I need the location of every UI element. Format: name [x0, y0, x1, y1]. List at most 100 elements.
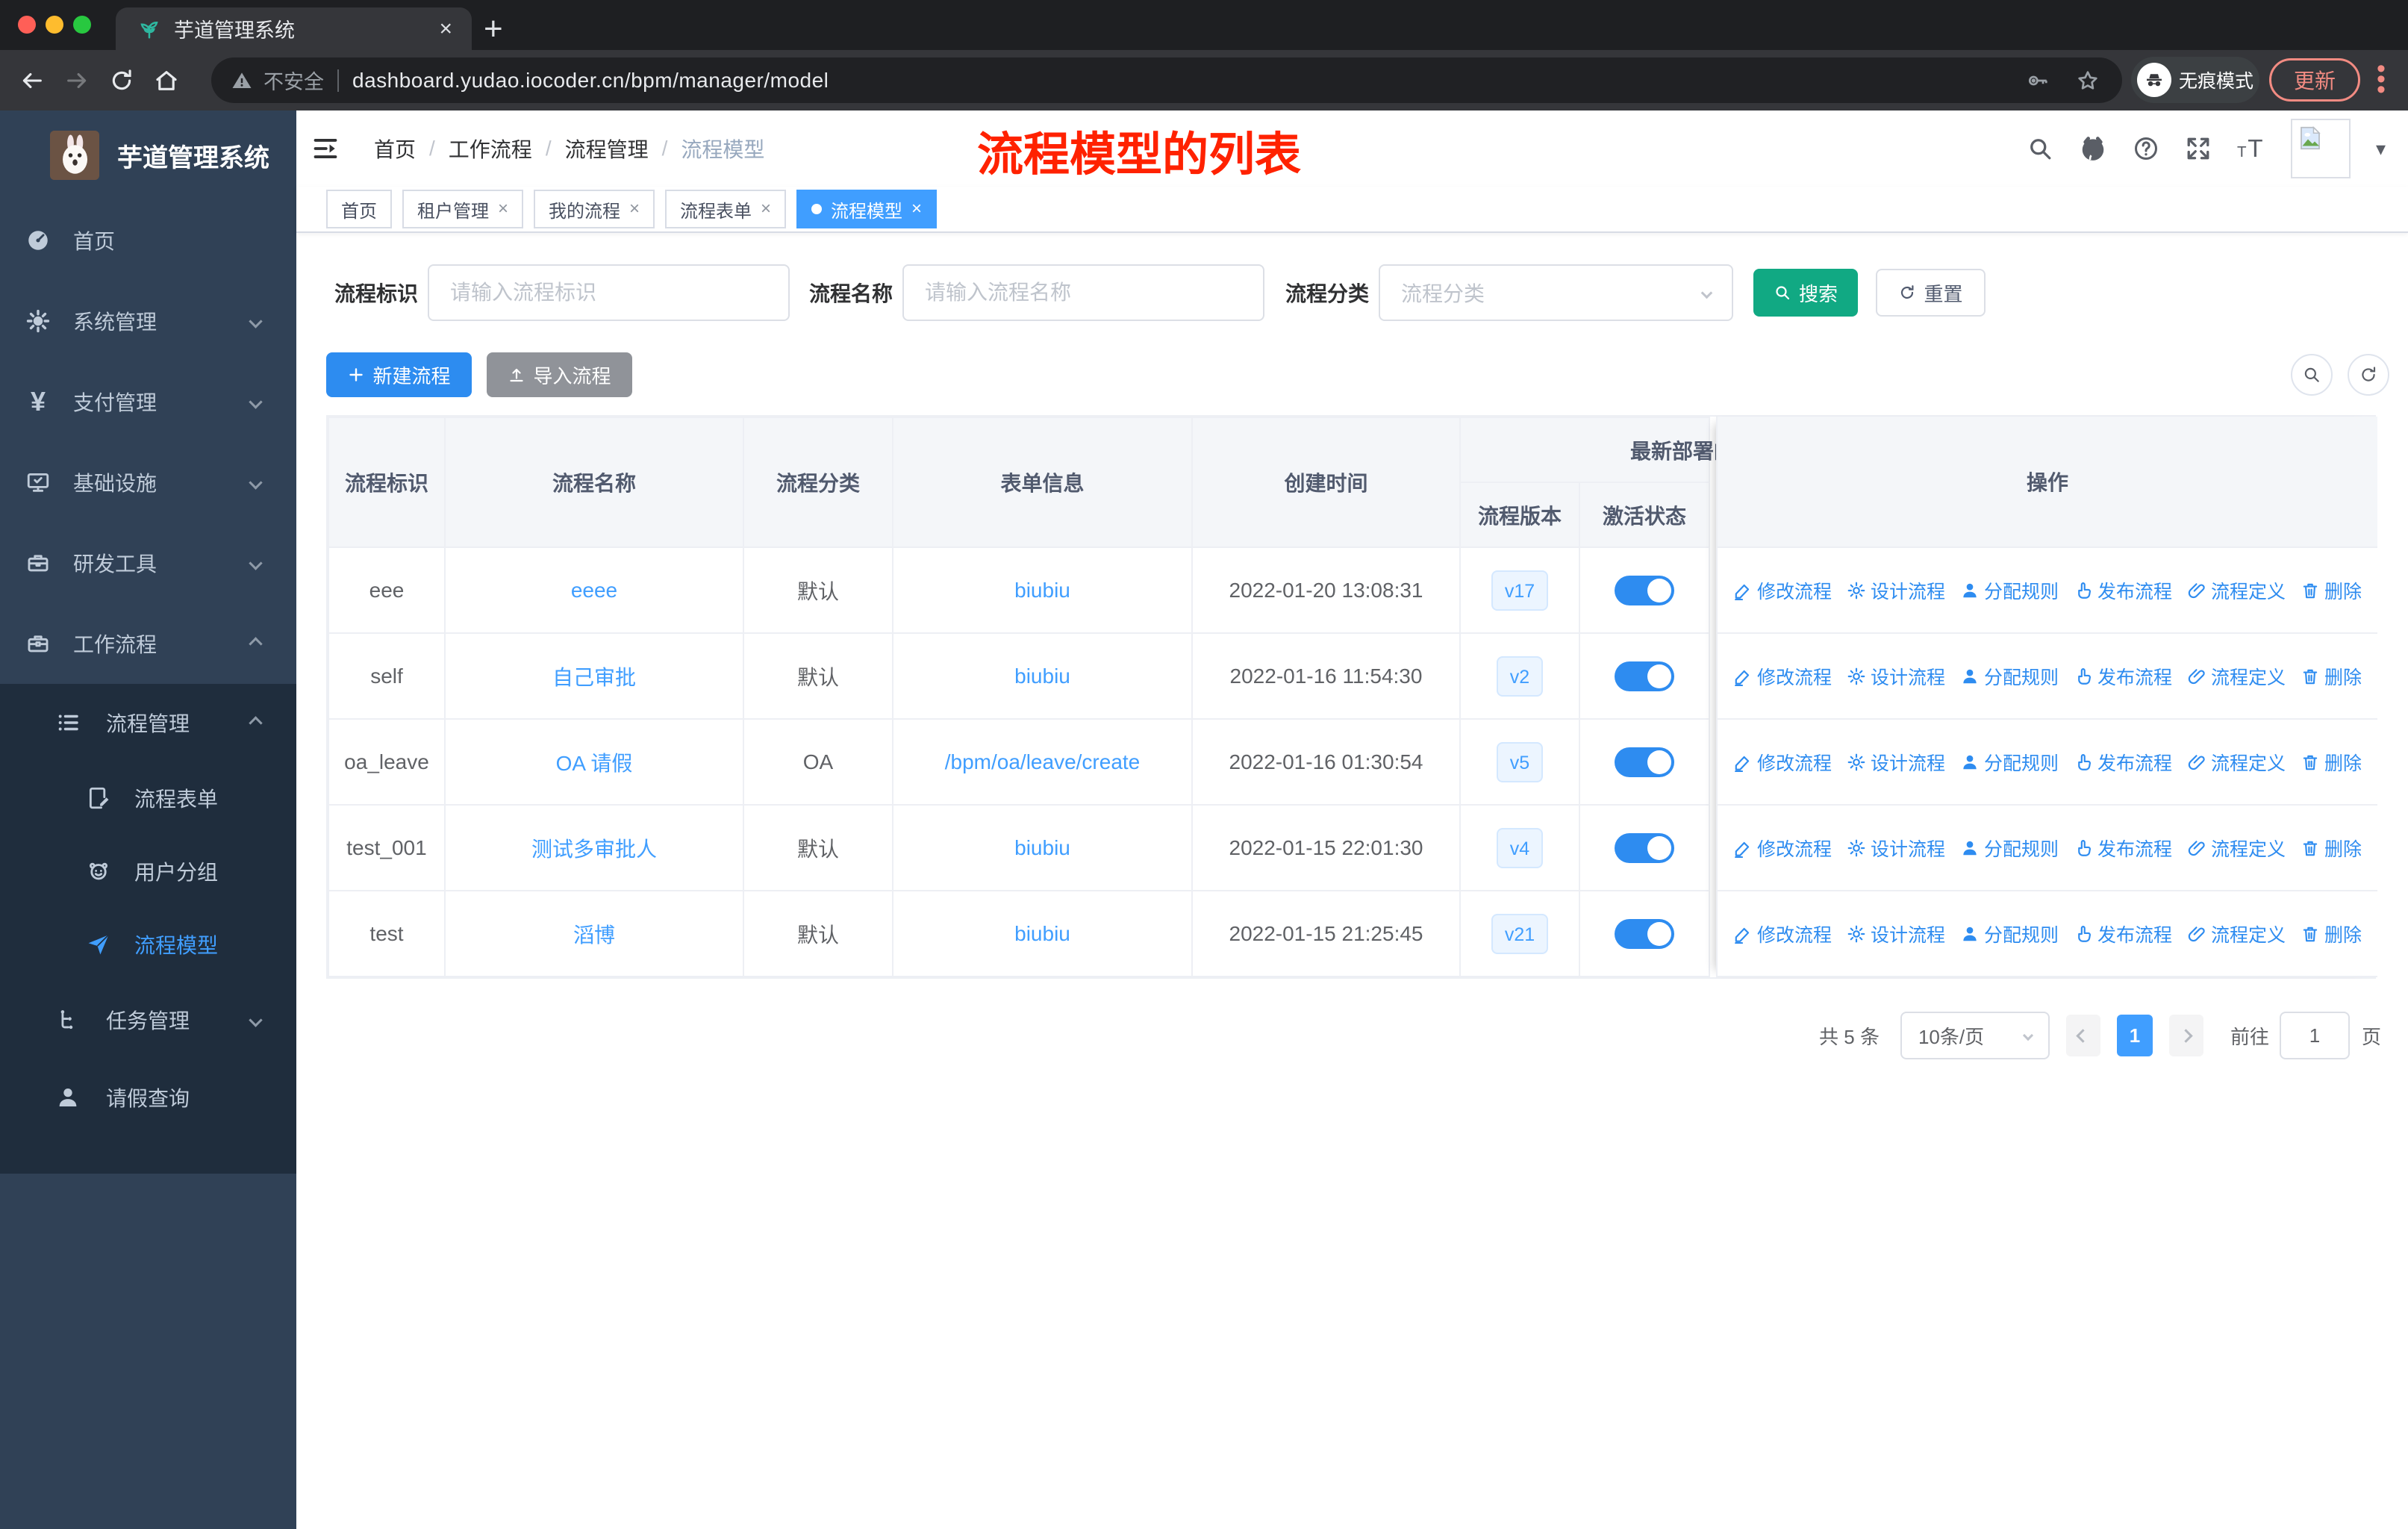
form-info-link[interactable]: biubiu: [1014, 836, 1070, 859]
delete-action-link[interactable]: 删除: [2301, 577, 2362, 604]
user-avatar[interactable]: [2290, 119, 2351, 178]
definition-action-link[interactable]: 流程定义: [2187, 921, 2286, 947]
github-icon[interactable]: [2079, 134, 2107, 163]
sidebar-item-devtools[interactable]: 研发工具: [0, 523, 296, 603]
key-icon[interactable]: [2025, 69, 2049, 93]
show-search-button[interactable]: [2291, 354, 2333, 396]
sidebar-item-system[interactable]: 系统管理: [0, 281, 296, 361]
sidebar-item-task-management[interactable]: 任务管理: [0, 981, 296, 1059]
sidebar-item-process-model[interactable]: 流程模型: [0, 908, 296, 981]
delete-action-link[interactable]: 删除: [2301, 835, 2362, 862]
tag-home[interactable]: 首页: [326, 190, 392, 228]
active-toggle[interactable]: [1615, 575, 1674, 605]
edit-action-link[interactable]: 修改流程: [1733, 749, 1832, 776]
assign-action-link[interactable]: 分配规则: [1960, 835, 2059, 862]
next-page-button[interactable]: [2168, 1015, 2203, 1056]
publish-action-link[interactable]: 发布流程: [2074, 835, 2172, 862]
font-size-icon[interactable]: TT: [2237, 134, 2265, 163]
create-process-button[interactable]: 新建流程: [326, 352, 472, 397]
traffic-light-close[interactable]: [18, 16, 36, 34]
process-name-link[interactable]: 自己审批: [552, 666, 636, 689]
tag-process-form[interactable]: 流程表单 ×: [665, 190, 787, 228]
definition-action-link[interactable]: 流程定义: [2187, 749, 2286, 776]
process-name-link[interactable]: OA 请假: [556, 752, 633, 775]
publish-action-link[interactable]: 发布流程: [2074, 577, 2172, 604]
form-info-link[interactable]: biubiu: [1014, 664, 1070, 688]
assign-action-link[interactable]: 分配规则: [1960, 921, 2059, 947]
browser-menu-dots-icon[interactable]: • • •: [2374, 56, 2389, 102]
edit-action-link[interactable]: 修改流程: [1733, 921, 1832, 947]
sidebar-item-workflow[interactable]: 工作流程: [0, 603, 296, 684]
process-name-link[interactable]: eeee: [571, 579, 617, 602]
update-button[interactable]: 更新: [2269, 58, 2360, 102]
design-action-link[interactable]: 设计流程: [1847, 921, 1945, 947]
design-action-link[interactable]: 设计流程: [1847, 663, 1945, 690]
assign-action-link[interactable]: 分配规则: [1960, 749, 2059, 776]
avatar-caret-icon[interactable]: ▾: [2376, 137, 2386, 161]
process-name-link[interactable]: 滔博: [573, 924, 615, 947]
sidebar-item-infrastructure[interactable]: 基础设施: [0, 442, 296, 523]
sidebar-item-process-management[interactable]: 流程管理: [0, 684, 296, 762]
tab-close-icon[interactable]: ×: [439, 16, 452, 42]
sidebar-item-payment[interactable]: ¥ 支付管理: [0, 361, 296, 442]
home-button[interactable]: [154, 68, 179, 93]
design-action-link[interactable]: 设计流程: [1847, 577, 1945, 604]
fullscreen-icon[interactable]: [2185, 135, 2212, 162]
import-process-button[interactable]: 导入流程: [487, 352, 632, 397]
active-toggle[interactable]: [1615, 832, 1674, 863]
page-size-select[interactable]: 10条/页: [1900, 1012, 2050, 1059]
help-icon[interactable]: [2133, 135, 2159, 162]
definition-action-link[interactable]: 流程定义: [2187, 663, 2286, 690]
security-label[interactable]: 不安全: [263, 66, 324, 95]
form-info-link[interactable]: biubiu: [1014, 579, 1070, 602]
filter-name-input[interactable]: [902, 264, 1264, 321]
search-button[interactable]: 搜索: [1753, 269, 1858, 317]
traffic-light-maximize[interactable]: [73, 16, 91, 34]
definition-action-link[interactable]: 流程定义: [2187, 835, 2286, 862]
close-icon[interactable]: ×: [498, 199, 508, 219]
sidebar-item-process-form[interactable]: 流程表单: [0, 762, 296, 835]
browser-tab[interactable]: 芋道管理系统 ×: [116, 7, 472, 50]
edit-action-link[interactable]: 修改流程: [1733, 663, 1832, 690]
active-toggle[interactable]: [1615, 918, 1674, 949]
sidebar-item-user-group[interactable]: 用户分组: [0, 835, 296, 908]
filter-key-input[interactable]: [428, 264, 790, 321]
publish-action-link[interactable]: 发布流程: [2074, 921, 2172, 947]
process-name-link[interactable]: 测试多审批人: [531, 838, 657, 861]
delete-action-link[interactable]: 删除: [2301, 749, 2362, 776]
reset-button[interactable]: 重置: [1876, 269, 1986, 317]
tag-process-model[interactable]: 流程模型 ×: [796, 190, 938, 228]
active-toggle[interactable]: [1615, 661, 1674, 691]
search-icon[interactable]: [2027, 135, 2053, 162]
sidebar-collapse-icon[interactable]: [311, 134, 340, 163]
publish-action-link[interactable]: 发布流程: [2074, 749, 2172, 776]
new-tab-button[interactable]: +: [484, 10, 503, 48]
delete-action-link[interactable]: 删除: [2301, 921, 2362, 947]
goto-page-input[interactable]: [2279, 1012, 2350, 1059]
edit-action-link[interactable]: 修改流程: [1733, 835, 1832, 862]
design-action-link[interactable]: 设计流程: [1847, 749, 1945, 776]
active-toggle[interactable]: [1615, 747, 1674, 777]
close-icon[interactable]: ×: [761, 199, 771, 219]
sidebar-item-leave-query[interactable]: 请假查询: [0, 1059, 296, 1136]
address-bar[interactable]: 不安全 dashboard.yudao.iocoder.cn/bpm/manag…: [211, 57, 2122, 103]
breadcrumb-process-management[interactable]: 流程管理: [565, 134, 649, 164]
forward-button[interactable]: [64, 68, 90, 93]
assign-action-link[interactable]: 分配规则: [1960, 577, 2059, 604]
form-info-link[interactable]: biubiu: [1014, 922, 1070, 945]
star-icon[interactable]: [2076, 69, 2100, 93]
url-text[interactable]: dashboard.yudao.iocoder.cn/bpm/manager/m…: [352, 69, 829, 93]
definition-action-link[interactable]: 流程定义: [2187, 577, 2286, 604]
back-button[interactable]: [19, 68, 45, 93]
tag-tenant[interactable]: 租户管理 ×: [402, 190, 524, 228]
tag-my-process[interactable]: 我的流程 ×: [534, 190, 655, 228]
design-action-link[interactable]: 设计流程: [1847, 835, 1945, 862]
form-info-link[interactable]: /bpm/oa/leave/create: [945, 750, 1141, 773]
reload-button[interactable]: [109, 68, 134, 93]
traffic-light-minimize[interactable]: [46, 16, 63, 34]
breadcrumb-home[interactable]: 首页: [374, 134, 416, 164]
close-icon[interactable]: ×: [911, 199, 922, 219]
publish-action-link[interactable]: 发布流程: [2074, 663, 2172, 690]
breadcrumb-workflow[interactable]: 工作流程: [449, 134, 532, 164]
sidebar-item-home[interactable]: 首页: [0, 200, 296, 281]
